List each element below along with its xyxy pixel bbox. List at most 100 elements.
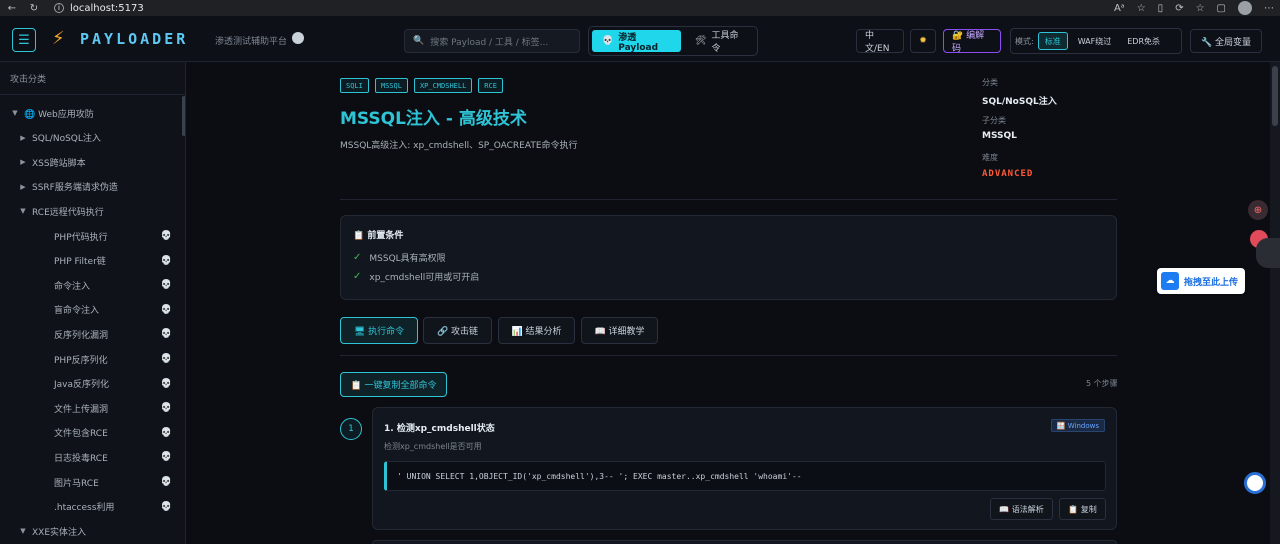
caret-right-icon: ▶ bbox=[20, 182, 26, 191]
sidebar-item-label: 🌐 Web应用攻防 bbox=[24, 109, 94, 120]
mode-segment: 模式: 标准 WAF绕过 EDR免杀 bbox=[1010, 28, 1182, 54]
sidebar-item[interactable]: ▼ 🌐 Web应用攻防 bbox=[0, 103, 180, 123]
sidebar-item[interactable]: ▼ RCE远程代码执行 bbox=[0, 201, 180, 221]
sidebar-item[interactable]: PHP Filter链 💀 bbox=[0, 251, 180, 271]
caret-down-icon: ▼ bbox=[20, 207, 26, 216]
mode-prefix-label: 模式: bbox=[1015, 36, 1034, 46]
category-value: SQL/NoSQL注入 bbox=[982, 97, 1057, 107]
tag[interactable]: MSSQL bbox=[374, 78, 408, 93]
language-toggle-button[interactable]: 中文/EN bbox=[856, 29, 904, 54]
check-icon: ✓ bbox=[353, 252, 362, 263]
sidebar-item[interactable]: 图片马RCE 💀 bbox=[0, 472, 180, 492]
skull-icon: 💀 bbox=[160, 280, 172, 291]
sidebar-scrollbar[interactable] bbox=[182, 96, 185, 136]
floating-helper-icon[interactable] bbox=[1244, 472, 1266, 494]
more-icon[interactable]: ⋯ bbox=[1264, 3, 1274, 14]
sidebar-item[interactable]: 反序列化漏洞 💀 bbox=[0, 324, 180, 344]
global-vars-button[interactable]: 🔧 全局变量 bbox=[1190, 29, 1262, 53]
mode-payload-button[interactable]: 💀 渗透Payload bbox=[592, 30, 682, 53]
tag[interactable]: RCE bbox=[478, 78, 503, 93]
upload-drop-widget[interactable]: ☁ 拖拽至此上传 bbox=[1157, 268, 1245, 294]
theme-toggle-button[interactable]: ✹ bbox=[910, 29, 936, 53]
split-icon[interactable]: ▯ bbox=[1158, 3, 1164, 14]
sidebar-item-label: 盲命令注入 bbox=[54, 306, 100, 317]
search-placeholder: 搜索 Payload / 工具 / 标签... bbox=[430, 37, 549, 48]
extensions-icon[interactable]: ⟳ bbox=[1175, 3, 1183, 14]
codec-button[interactable]: 🔐 编解码 bbox=[943, 29, 1001, 54]
tools-icon: 🛠 bbox=[695, 36, 707, 46]
address-bar[interactable]: i localhost:5173 bbox=[54, 3, 144, 14]
favorite-icon[interactable]: ☆ bbox=[1137, 3, 1146, 14]
menu-button[interactable]: ☰ bbox=[12, 28, 36, 52]
payload-code[interactable]: ' UNION SELECT 1,OBJECT_ID('xp_cmdshell'… bbox=[384, 461, 1106, 491]
prerequisite-item: ✓ xp_cmdshell可用或可开启 bbox=[353, 270, 479, 283]
prerequisites-card: 📋 前置条件 ✓ MSSQL具有高权限 ✓ xp_cmdshell可用或可开启 bbox=[340, 215, 1117, 300]
sidebar-item[interactable]: 文件上传漏洞 💀 bbox=[0, 398, 180, 418]
cloud-upload-icon: ☁ bbox=[1161, 272, 1179, 290]
sidebar-item[interactable]: ▼ XXE实体注入 bbox=[0, 521, 180, 541]
difficulty-label: 难度 bbox=[982, 153, 998, 162]
scrollbar-thumb[interactable] bbox=[1272, 66, 1278, 126]
sidebar-item-label: 图片马RCE bbox=[54, 478, 99, 489]
info-icon[interactable]: i bbox=[54, 3, 64, 13]
platform-badge: 🪟 Windows bbox=[1050, 419, 1105, 432]
sidebar-item[interactable]: ▶ SQL/NoSQL注入 bbox=[0, 128, 180, 148]
syntax-explain-button[interactable]: 📖 语法解析 bbox=[990, 498, 1053, 520]
back-icon[interactable]: ← bbox=[6, 3, 18, 14]
github-icon[interactable] bbox=[292, 32, 304, 44]
sidebar: 攻击分类 ▼ 🌐 Web应用攻防 ▶ SQL/NoSQL注入 ▶ XSS跨站脚本 ▶ SSRF… bbox=[0, 62, 186, 544]
skull-icon: 💀 bbox=[160, 378, 172, 389]
sidebar-item-label: 文件包含RCE bbox=[54, 429, 108, 440]
sidebar-item-label: 文件上传漏洞 bbox=[54, 404, 109, 415]
copy-button[interactable]: 📋 复制 bbox=[1059, 498, 1106, 520]
sidebar-item[interactable]: 文件包含RCE 💀 bbox=[0, 423, 180, 443]
read-aloud-icon[interactable]: Aᵃ bbox=[1114, 3, 1125, 14]
sidebar-item[interactable]: PHP代码执行 💀 bbox=[0, 226, 180, 246]
reload-icon[interactable]: ↻ bbox=[28, 3, 40, 14]
step-number: 1 bbox=[340, 418, 362, 440]
upload-label: 拖拽至此上传 bbox=[1184, 277, 1239, 288]
subcategory-label: 子分类 bbox=[982, 116, 1006, 125]
seg-edr-button[interactable]: EDR免杀 bbox=[1121, 32, 1166, 50]
hamburger-icon: ☰ bbox=[18, 32, 30, 48]
skull-icon: 💀 bbox=[160, 354, 172, 364]
tab-result-analysis[interactable]: 📊 结果分析 bbox=[498, 317, 575, 344]
mode-tools-button[interactable]: 🛠 工具命令 bbox=[685, 30, 754, 54]
tabs-icon[interactable]: ▢ bbox=[1217, 3, 1226, 14]
app-subtitle: 渗透测试辅助平台 bbox=[215, 37, 288, 47]
tab-attack-chain[interactable]: 🔗 攻击链 bbox=[423, 317, 492, 344]
seg-waf-button[interactable]: WAF绕过 bbox=[1072, 32, 1118, 50]
sidebar-item-label: PHP代码执行 bbox=[54, 232, 108, 243]
skull-icon: 💀 bbox=[160, 477, 172, 487]
floating-assistant-icon[interactable] bbox=[1256, 238, 1280, 268]
tab-tutorial[interactable]: 📖 详细教学 bbox=[581, 317, 658, 344]
prerequisites-title: 📋 前置条件 bbox=[353, 231, 404, 241]
tag[interactable]: XP_CMDSHELL bbox=[413, 78, 473, 93]
search-input[interactable]: 🔍 搜索 Payload / 工具 / 标签... bbox=[404, 29, 580, 53]
sidebar-item[interactable]: PHP反序列化 💀 bbox=[0, 349, 180, 369]
sidebar-item[interactable]: 日志投毒RCE 💀 bbox=[0, 447, 180, 467]
difficulty-value: ADVANCED bbox=[982, 169, 1034, 179]
sidebar-item[interactable]: 命令注入 💀 bbox=[0, 275, 180, 295]
sidebar-item[interactable]: Java反序列化 💀 bbox=[0, 374, 180, 394]
floating-tool-icon[interactable]: ⊕ bbox=[1248, 200, 1268, 220]
tab-execute[interactable]: 🖥 执行命令 bbox=[340, 317, 418, 344]
sidebar-item[interactable]: 盲命令注入 💀 bbox=[0, 300, 180, 320]
profile-avatar[interactable] bbox=[1238, 1, 1252, 15]
page-scrollbar[interactable] bbox=[1270, 62, 1280, 544]
sun-icon: ✹ bbox=[919, 36, 927, 46]
tag[interactable]: SQLI bbox=[340, 78, 369, 93]
sidebar-item[interactable]: ▶ XSS跨站脚本 bbox=[0, 152, 180, 172]
mode-switcher: 💀 渗透Payload 🛠 工具命令 bbox=[588, 26, 758, 56]
collections-icon[interactable]: ☆ bbox=[1196, 3, 1205, 14]
sidebar-item-label: PHP反序列化 bbox=[54, 355, 108, 366]
step-title: 1. 检测xp_cmdshell状态 bbox=[384, 424, 495, 434]
skull-icon: 💀 bbox=[160, 501, 172, 512]
seg-standard-button[interactable]: 标准 bbox=[1037, 32, 1068, 50]
sidebar-item-label: 命令注入 bbox=[54, 281, 91, 292]
step-card: 1. 检测xp_cmdshell状态 🪟 Windows 检测xp_cmdshe… bbox=[372, 407, 1117, 530]
divider bbox=[340, 355, 1117, 356]
copy-all-button[interactable]: 📋 一键复制全部命令 bbox=[340, 372, 447, 397]
sidebar-item[interactable]: ▶ SSRF服务端请求伪造 bbox=[0, 177, 180, 197]
sidebar-item[interactable]: .htaccess利用 💀 bbox=[0, 497, 180, 517]
